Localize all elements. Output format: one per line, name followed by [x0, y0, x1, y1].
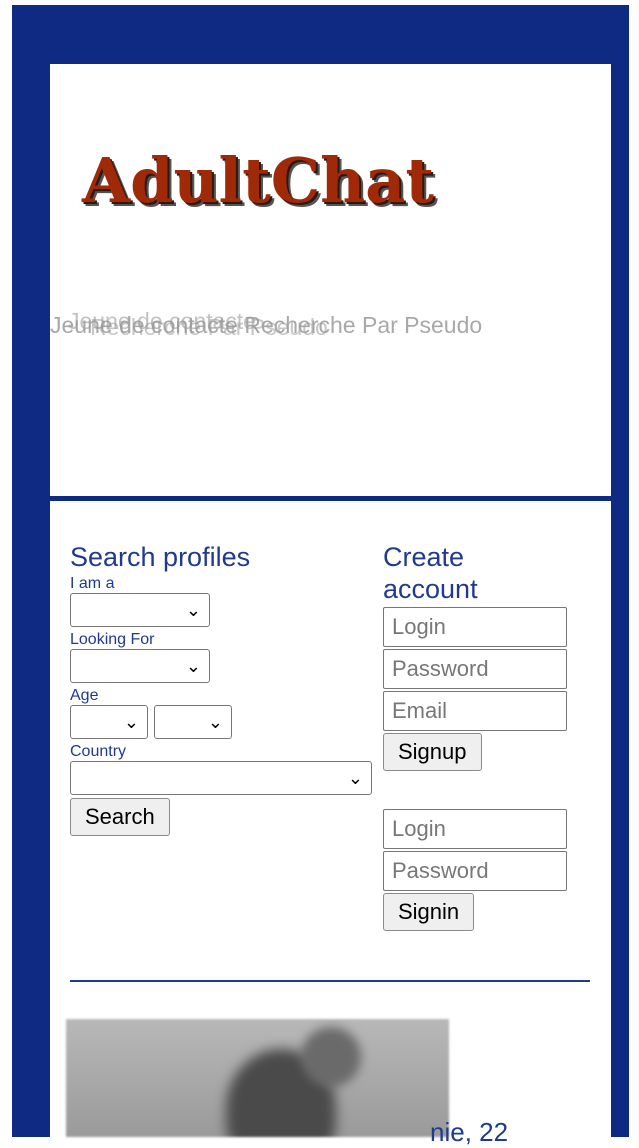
country-label: Country [70, 743, 127, 760]
looking-for-label: Looking For [70, 631, 155, 648]
chevron-down-icon: ⌄ [347, 768, 363, 789]
age-max-select[interactable]: ⌄ [154, 705, 232, 739]
signup-login-input[interactable]: Login [383, 607, 567, 647]
content-panel: Search profiles I am a ⌄ Looking For ⌄ A… [50, 501, 611, 1147]
search-button[interactable]: Search [70, 798, 170, 836]
create-account-title-line2: account [383, 574, 478, 604]
age-min-select[interactable]: ⌄ [70, 705, 148, 739]
create-account-form: Create account Login Password Email Sign… [383, 541, 603, 931]
i-am-select[interactable]: ⌄ [70, 593, 210, 627]
chevron-down-icon: ⌄ [185, 600, 201, 621]
chevron-down-icon: ⌄ [123, 712, 139, 733]
signin-button[interactable]: Signin [383, 893, 475, 931]
country-select[interactable]: ⌄ [70, 761, 372, 795]
header-panel: AdultChat Jeune de contacte Recherche Pa… [50, 64, 611, 496]
looking-for-select[interactable]: ⌄ [70, 649, 210, 683]
profile-caption[interactable]: nie, 22 [430, 1117, 508, 1148]
site-logo[interactable]: AdultChat [82, 144, 434, 217]
search-profiles-title: Search profiles [70, 542, 251, 572]
signup-email-input[interactable]: Email [383, 691, 567, 731]
search-profiles-form: Search profiles I am a ⌄ Looking For ⌄ A… [70, 541, 372, 836]
profile-photo[interactable] [66, 1019, 449, 1137]
i-am-label: I am a [70, 575, 115, 592]
photo-blur-shape [301, 1027, 361, 1087]
signin-login-input[interactable]: Login [383, 809, 567, 849]
chevron-down-icon: ⌄ [185, 656, 201, 677]
create-account-title-line1: Create [383, 542, 465, 572]
signin-password-input[interactable]: Password [383, 851, 567, 891]
tagline: Jeune de contacte Recherche Par Pseudo J… [50, 308, 611, 352]
chevron-down-icon: ⌄ [207, 712, 223, 733]
age-label: Age [70, 687, 99, 704]
section-divider [70, 980, 590, 982]
tagline-layer: Recherche Par Pseudo [90, 314, 328, 340]
signup-password-input[interactable]: Password [383, 649, 567, 689]
signup-button[interactable]: Signup [383, 733, 482, 771]
age-range: ⌄ ⌄ [70, 705, 370, 739]
